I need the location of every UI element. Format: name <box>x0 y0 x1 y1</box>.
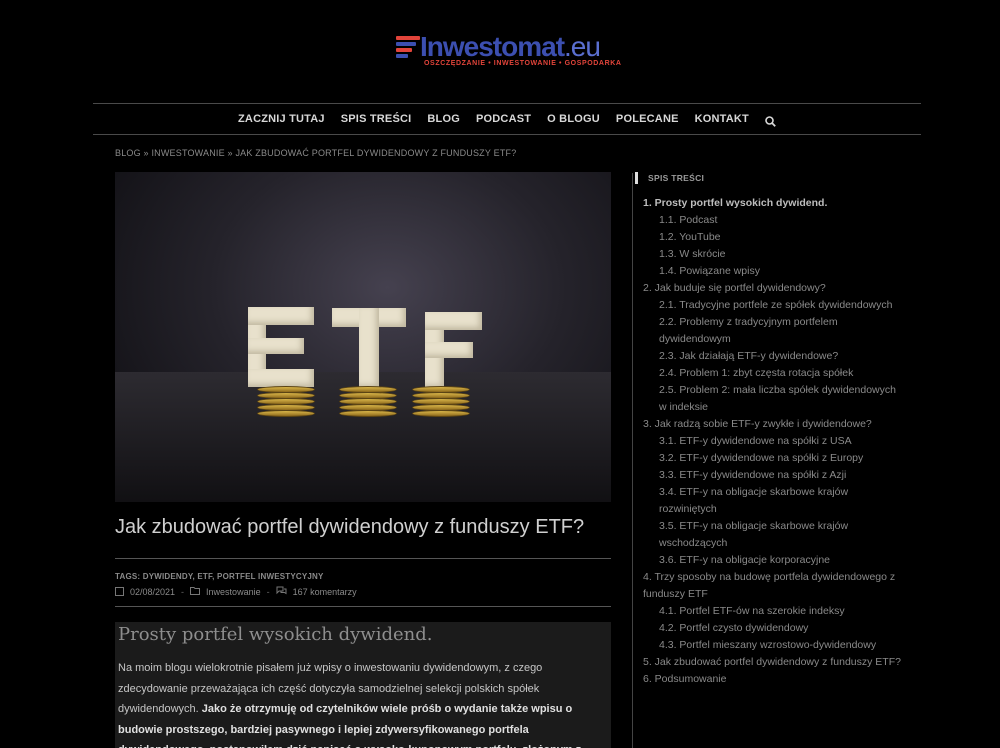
toc-item[interactable]: 3.6. ETF-y na obligacje korporacyjne <box>643 552 903 569</box>
toc-item[interactable]: 3.1. ETF-y dywidendowe na spółki z USA <box>643 433 903 450</box>
toc-item[interactable]: 2.1. Tradycyjne portfele ze spółek dywid… <box>643 297 903 314</box>
toc-item[interactable]: 1.1. Podcast <box>643 212 903 229</box>
breadcrumb-current: JAK ZBUDOWAĆ PORTFEL DYWIDENDOWY Z FUNDU… <box>235 148 517 158</box>
nav-item-zacznij-tutaj[interactable]: ZACZNIJ TUTAJ <box>238 113 325 125</box>
post-category[interactable]: Inwestowanie <box>206 587 261 597</box>
main-nav: ZACZNIJ TUTAJ SPIS TREŚCI BLOG PODCAST O… <box>93 103 921 135</box>
folder-icon <box>190 586 201 597</box>
logo-mark-icon <box>396 36 422 58</box>
breadcrumb-separator: » <box>143 148 149 158</box>
site-logo[interactable]: Inwestomat.eu OSZCZĘDZANIE • INWESTOWANI… <box>396 31 626 73</box>
breadcrumb-blog[interactable]: BLOG <box>115 148 141 158</box>
toc-item[interactable]: 4. Trzy sposoby na budowę portfela dywid… <box>643 569 903 603</box>
post-date: 02/08/2021 <box>130 586 176 597</box>
toc-item[interactable]: 3. Jak radzą sobie ETF-y zwykłe i dywide… <box>643 416 903 433</box>
toc-item[interactable]: 2.3. Jak działają ETF-y dywidendowe? <box>643 348 903 365</box>
post-meta: 02/08/2021 - Inwestowanie - 167 komentar… <box>115 586 357 597</box>
title-divider <box>115 558 611 559</box>
nav-item-o-blogu[interactable]: O BLOGU <box>547 113 600 125</box>
breadcrumb-inwestowanie[interactable]: INWESTOWANIE <box>151 148 224 158</box>
post-content: Prosty portfel wysokich dywidend. Na moi… <box>115 622 611 748</box>
toc-item[interactable]: 1.2. YouTube <box>643 229 903 246</box>
toc-item[interactable]: 3.5. ETF-y na obligacje skarbowe krajów … <box>643 518 903 552</box>
post-tags[interactable]: TAGS: DYWIDENDY, ETF, PORTFEL INWESTYCYJ… <box>115 572 324 581</box>
meta-divider <box>115 606 611 607</box>
toc-item[interactable]: 3.3. ETF-y dywidendowe na spółki z Azji <box>643 467 903 484</box>
post-comments[interactable]: 167 komentarzy <box>293 587 357 597</box>
search-icon[interactable] <box>765 114 776 127</box>
section-heading: Prosty portfel wysokich dywidend. <box>118 624 433 645</box>
hero-coin-stacks <box>115 172 611 502</box>
featured-image <box>115 172 611 502</box>
toc-item[interactable]: 2.5. Problem 2: mała liczba spółek dywid… <box>643 382 903 416</box>
toc-item[interactable]: 3.2. ETF-y dywidendowe na spółki z Europ… <box>643 450 903 467</box>
toc-item[interactable]: 4.1. Portfel ETF-ów na szerokie indeksy <box>643 603 903 620</box>
toc-heading: SPIS TREŚCI <box>635 172 704 184</box>
comments-icon <box>276 586 287 597</box>
logo-tagline: OSZCZĘDZANIE • INWESTOWANIE • GOSPODARKA <box>424 60 622 67</box>
toc-item[interactable]: 6. Podsumowanie <box>643 671 903 688</box>
toc-item[interactable]: 4.3. Portfel mieszany wzrostowo-dywidend… <box>643 637 903 654</box>
nav-item-polecane[interactable]: POLECANE <box>616 113 679 125</box>
table-of-contents: 1. Prosty portfel wysokich dywidend. 1.1.… <box>643 195 903 688</box>
nav-item-blog[interactable]: BLOG <box>427 113 460 125</box>
toc-item[interactable]: 5. Jak zbudować portfel dywidendowy z fu… <box>643 654 903 671</box>
toc-item[interactable]: 1.3. W skrócie <box>643 246 903 263</box>
logo-wordmark: Inwestomat.eu <box>420 31 601 62</box>
toc-item[interactable]: 2.4. Problem 1: zbyt częsta rotacja spół… <box>643 365 903 382</box>
toc-item[interactable]: 2.2. Problemy z tradycyjnym portfelem dy… <box>643 314 903 348</box>
nav-item-kontakt[interactable]: KONTAKT <box>695 113 749 125</box>
toc-item[interactable]: 2. Jak buduje się portfel dywidendowy? <box>643 280 903 297</box>
breadcrumb-separator: » <box>227 148 233 158</box>
calendar-icon <box>115 587 124 596</box>
breadcrumb: BLOG » INWESTOWANIE » JAK ZBUDOWAĆ PORTF… <box>115 148 516 158</box>
toc-item[interactable]: 1. Prosty portfel wysokich dywidend. <box>643 195 903 212</box>
nav-item-podcast[interactable]: PODCAST <box>476 113 531 125</box>
toc-item[interactable]: 3.4. ETF-y na obligacje skarbowe krajów … <box>643 484 903 518</box>
toc-item[interactable]: 4.2. Portfel czysto dywidendowy <box>643 620 903 637</box>
nav-item-spis-tresci[interactable]: SPIS TREŚCI <box>341 113 412 125</box>
post-title: Jak zbudować portfel dywidendowy z fundu… <box>115 516 585 538</box>
intro-paragraph: Na moim blogu wielokrotnie pisałem już w… <box>118 658 598 748</box>
toc-item[interactable]: 1.4. Powiązane wpisy <box>643 263 903 280</box>
sidebar-divider <box>632 173 633 748</box>
